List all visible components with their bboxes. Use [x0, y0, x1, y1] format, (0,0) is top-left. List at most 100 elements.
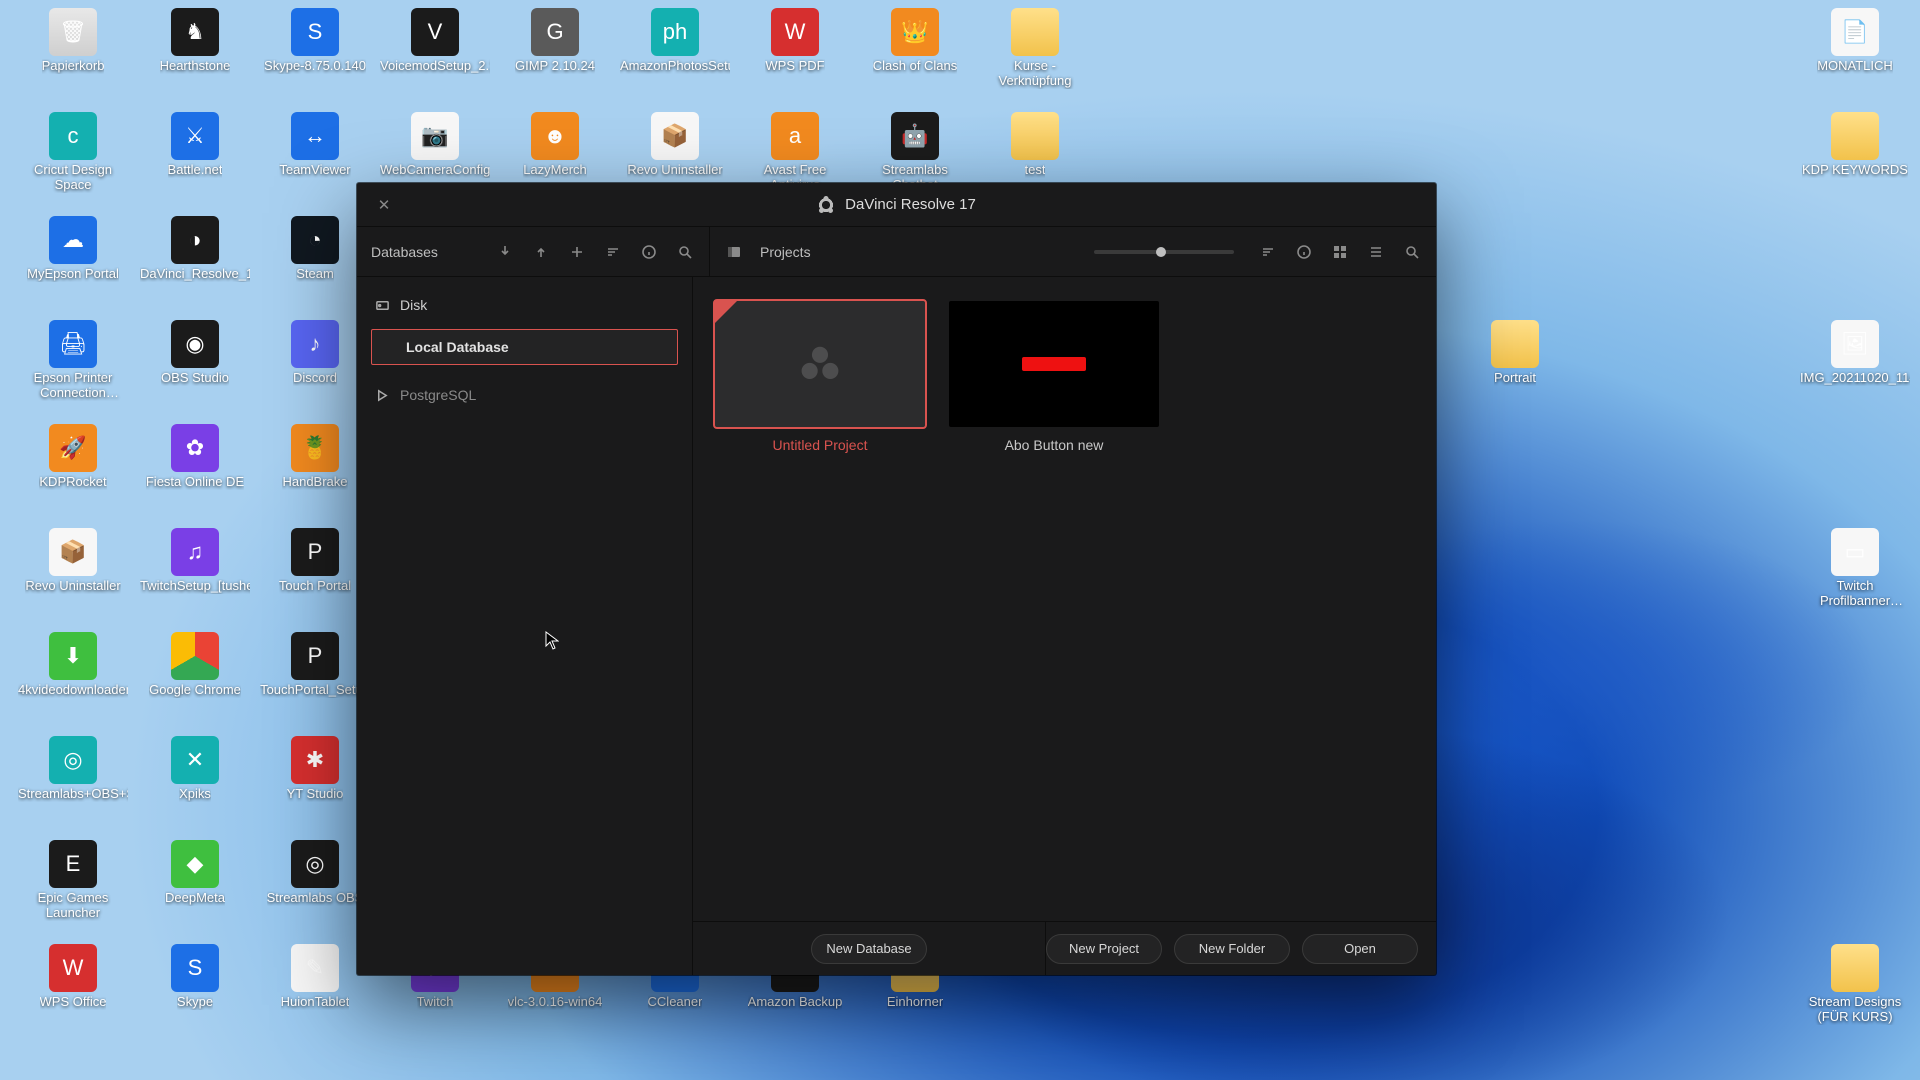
desktop-icon[interactable]: 🤖Streamlabs Chatbot	[860, 112, 970, 193]
open-button[interactable]: Open	[1302, 934, 1418, 964]
app-icon: 🗑	[49, 8, 97, 56]
icon-label: MyEpson Portal	[27, 267, 119, 282]
desktop-icon[interactable]: 🍍HandBrake	[260, 424, 370, 490]
desktop-icon[interactable]: 🖨Epson Printer Connection Checker	[18, 320, 128, 401]
app-icon: ✕	[171, 736, 219, 784]
desktop-icon[interactable]: EEpic Games Launcher	[18, 840, 128, 921]
icon-label: Twitch Profilbanner template	[1800, 579, 1910, 609]
db-backup-icon[interactable]	[531, 242, 551, 262]
desktop-icon[interactable]: ✕Xpiks	[140, 736, 250, 802]
desktop-icon[interactable]: 🚀KDPRocket	[18, 424, 128, 490]
desktop-icon[interactable]: WWPS PDF	[740, 8, 850, 74]
sort-projects-icon[interactable]	[1258, 242, 1278, 262]
icon-label: HuionTablet	[281, 995, 350, 1010]
icon-label: VoicemodSetup_2.1…	[380, 59, 490, 74]
icon-label: Steam	[296, 267, 334, 282]
desktop-icon[interactable]: ◉ OBS Studio	[140, 320, 250, 386]
project-thumbnail[interactable]	[949, 301, 1159, 427]
desktop-icon[interactable]: 📷WebCameraConfig	[380, 112, 490, 178]
new-database-button[interactable]: New Database	[811, 934, 927, 964]
desktop-icon[interactable]: ◎Streamlabs OBS	[260, 840, 370, 906]
desktop-icon[interactable]: 📦Revo Uninstaller	[620, 112, 730, 178]
desktop-icon[interactable]: KDP KEYWORDS	[1800, 112, 1910, 178]
icon-label: WebCameraConfig	[380, 163, 490, 178]
icon-label: vlc-3.0.16-win64	[508, 995, 603, 1010]
icon-label: test	[1025, 163, 1046, 178]
desktop-icon[interactable]: aAvast Free Antivirus	[740, 112, 850, 193]
disk-section[interactable]: Disk	[369, 291, 680, 319]
footer: New Database New Project New Folder Open	[693, 921, 1436, 975]
icon-label: Streamlabs OBS	[267, 891, 364, 906]
icon-label: Cricut Design Space	[18, 163, 128, 193]
desktop-icon[interactable]: GGIMP 2.10.24	[500, 8, 610, 74]
desktop-icon[interactable]: ♪Discord	[260, 320, 370, 386]
desktop-icon[interactable]: SSkype	[140, 944, 250, 1010]
desktop-icon[interactable]: ⚔Battle.net	[140, 112, 250, 178]
desktop-icon[interactable]: ♞Hearthstone	[140, 8, 250, 74]
db-restore-icon[interactable]	[567, 242, 587, 262]
davinci-project-manager: ✕ DaVinci Resolve 17 Databases Projects	[357, 183, 1436, 975]
local-database-item[interactable]: Local Database	[371, 329, 678, 365]
desktop-icon[interactable]: ◆DeepMeta	[140, 840, 250, 906]
app-icon	[1491, 320, 1539, 368]
desktop-icon[interactable]: 📦Revo Uninstaller	[18, 528, 128, 594]
desktop-icon[interactable]: ✿Fiesta Online DE	[140, 424, 250, 490]
icon-label: Einhorner	[887, 995, 943, 1010]
project-name: Untitled Project	[715, 437, 925, 453]
list-view-icon[interactable]	[1366, 242, 1386, 262]
desktop-icon[interactable]: ☻LazyMerch	[500, 112, 610, 178]
search-icon[interactable]	[675, 242, 695, 262]
desktop-icon[interactable]: Google Chrome	[140, 632, 250, 698]
app-icon: W	[49, 944, 97, 992]
info-projects-icon[interactable]	[1294, 242, 1314, 262]
project-card[interactable]: Abo Button new	[949, 301, 1159, 453]
new-folder-button[interactable]: New Folder	[1174, 934, 1290, 964]
desktop-icon[interactable]: 🗑Papierkorb	[18, 8, 128, 74]
app-icon: ◉	[171, 320, 219, 368]
desktop-icon[interactable]: ▭Twitch Profilbanner template	[1800, 528, 1910, 609]
desktop-icon[interactable]: ◎Streamlabs+OBS+S…	[18, 736, 128, 802]
toggle-panel-icon[interactable]	[724, 242, 744, 262]
search-projects-icon[interactable]	[1402, 242, 1422, 262]
app-icon	[1831, 944, 1879, 992]
desktop-icon[interactable]: phAmazonPhotosSetup	[620, 8, 730, 74]
icon-label: OBS Studio	[161, 371, 229, 386]
close-button[interactable]: ✕	[371, 192, 397, 218]
desktop-icon[interactable]: ♫TwitchSetup_[tusher…	[140, 528, 250, 594]
desktop-icon[interactable]: Portrait	[1460, 320, 1570, 386]
icon-label: MONATLICH	[1817, 59, 1893, 74]
desktop-icon[interactable]: ☁MyEpson Portal	[18, 216, 128, 282]
desktop-icon[interactable]: cCricut Design Space	[18, 112, 128, 193]
desktop-icon[interactable]: ◑DaVinci_Resolve_16…	[140, 216, 250, 282]
project-card[interactable]: Untitled Project	[715, 301, 925, 453]
icon-label: Touch Portal	[279, 579, 351, 594]
desktop-icon[interactable]: ↔TeamViewer	[260, 112, 370, 178]
desktop-icon[interactable]: ✱YT Studio	[260, 736, 370, 802]
desktop-icon[interactable]: 👑Clash of Clans	[860, 8, 970, 74]
desktop-icon[interactable]: Kurse - Verknüpfung	[980, 8, 1090, 89]
sort-icon[interactable]	[603, 242, 623, 262]
desktop-icon[interactable]: test	[980, 112, 1090, 178]
thumbnail-zoom-slider[interactable]	[1094, 250, 1234, 254]
new-project-button[interactable]: New Project	[1046, 934, 1162, 964]
desktop-icon[interactable]: ◔Steam	[260, 216, 370, 282]
app-icon: ✱	[291, 736, 339, 784]
desktop-icon[interactable]: Stream Designs (FÜR KURS)	[1800, 944, 1910, 1025]
desktop-icon[interactable]: WWPS Office	[18, 944, 128, 1010]
app-icon: ⚔	[171, 112, 219, 160]
db-connect-icon[interactable]	[495, 242, 515, 262]
desktop-icon[interactable]: SSkype-8.75.0.140	[260, 8, 370, 74]
app-icon: ♪	[291, 320, 339, 368]
desktop-icon[interactable]: PTouch Portal	[260, 528, 370, 594]
desktop-icon[interactable]: 📄MONATLICH	[1800, 8, 1910, 74]
desktop-icon[interactable]: ⬇4kvideodownloader…	[18, 632, 128, 698]
icon-label: Clash of Clans	[873, 59, 958, 74]
grid-view-icon[interactable]	[1330, 242, 1350, 262]
info-icon[interactable]	[639, 242, 659, 262]
desktop-icon[interactable]: VVoicemodSetup_2.1…	[380, 8, 490, 74]
project-thumbnail[interactable]	[715, 301, 925, 427]
postgresql-section[interactable]: PostgreSQL	[369, 381, 680, 409]
desktop-icon[interactable]: PTouchPortal_Setup	[260, 632, 370, 698]
desktop-icon[interactable]: 🖼IMG_20211020_114031	[1800, 320, 1910, 386]
desktop-icon[interactable]: ✎HuionTablet	[260, 944, 370, 1010]
